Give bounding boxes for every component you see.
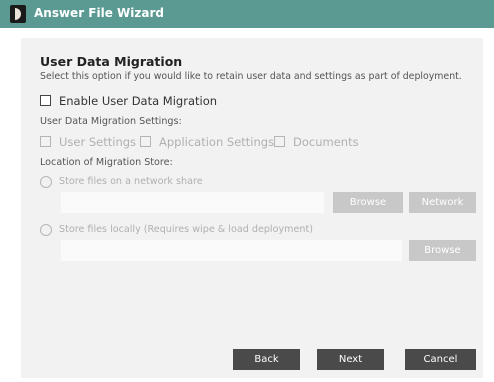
- next-button[interactable]: Next: [317, 349, 384, 370]
- network-browse-button[interactable]: Browse: [333, 192, 403, 213]
- documents-checkbox[interactable]: [274, 136, 285, 147]
- network-share-label[interactable]: Store files on a network share: [59, 176, 203, 187]
- settings-label: User Data Migration Settings:: [40, 116, 182, 127]
- window-title: Answer File Wizard: [34, 6, 164, 20]
- network-button[interactable]: Network: [409, 192, 476, 213]
- network-path-input[interactable]: [61, 192, 324, 213]
- user-settings-label[interactable]: User Settings: [59, 135, 136, 149]
- application-settings-checkbox[interactable]: [140, 136, 151, 147]
- documents-label[interactable]: Documents: [293, 135, 359, 149]
- network-share-radio[interactable]: [40, 176, 52, 188]
- local-path-input[interactable]: [61, 240, 402, 261]
- section-heading: User Data Migration: [40, 54, 183, 69]
- app-logo-icon: [10, 5, 26, 23]
- back-button[interactable]: Back: [233, 349, 300, 370]
- local-browse-button[interactable]: Browse: [409, 240, 476, 261]
- enable-migration-label[interactable]: Enable User Data Migration: [59, 94, 217, 108]
- store-locally-label[interactable]: Store files locally (Requires wipe & loa…: [59, 224, 313, 235]
- application-settings-label[interactable]: Application Settings: [159, 135, 274, 149]
- enable-migration-checkbox[interactable]: [40, 95, 51, 106]
- location-label: Location of Migration Store:: [40, 157, 173, 168]
- title-bar: Answer File Wizard: [0, 0, 494, 28]
- cancel-button[interactable]: Cancel: [405, 349, 476, 370]
- store-locally-radio[interactable]: [40, 224, 52, 236]
- section-description: Select this option if you would like to …: [40, 71, 462, 82]
- user-settings-checkbox[interactable]: [40, 136, 51, 147]
